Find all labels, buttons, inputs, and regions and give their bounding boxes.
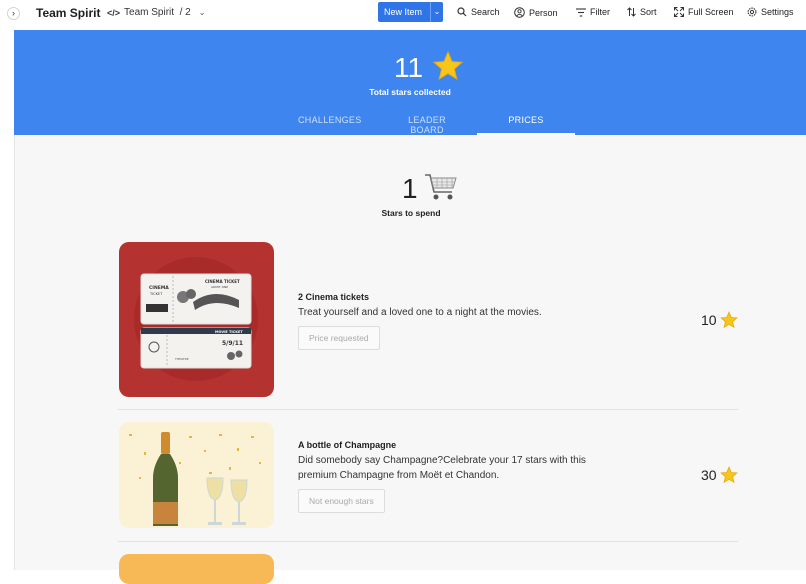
tab-bar: CHALLENGES LEADER BOARD PRICES bbox=[14, 110, 806, 135]
prize-price: 10 bbox=[701, 311, 738, 329]
sort-label: Sort bbox=[640, 7, 657, 17]
prize-description: Did somebody say Champagne?Celebrate you… bbox=[298, 455, 586, 481]
search-icon bbox=[457, 7, 467, 17]
prize-description: Treat yourself and a loved one to a nigh… bbox=[298, 307, 542, 318]
prize-item-partial[interactable] bbox=[118, 554, 738, 584]
expand-sidebar-icon[interactable]: › bbox=[7, 7, 20, 20]
item-divider bbox=[118, 541, 738, 542]
sort-button[interactable]: Sort bbox=[627, 7, 657, 17]
person-icon bbox=[514, 7, 525, 18]
prize-title: A bottle of Champagne bbox=[298, 440, 397, 450]
search-button[interactable]: Search bbox=[457, 7, 500, 17]
tab-leader-board[interactable]: LEADER BOARD bbox=[391, 115, 463, 135]
ticket-cinema-text: CINEMA bbox=[149, 285, 169, 291]
code-icon: </> bbox=[107, 7, 121, 18]
tab-prices[interactable]: PRICES bbox=[498, 115, 554, 125]
settings-label: Settings bbox=[761, 7, 794, 17]
filter-label: Filter bbox=[590, 7, 610, 17]
new-item-label: New Item bbox=[384, 7, 423, 17]
champagne-image bbox=[119, 422, 274, 528]
gear-icon bbox=[747, 7, 757, 17]
full-screen-label: Full Screen bbox=[688, 7, 734, 17]
ticket-date-text: 5/9/11 bbox=[222, 340, 243, 347]
ticket-cinema-ticket-text: CINEMA TICKET bbox=[205, 279, 240, 284]
not-enough-stars-button[interactable]: Not enough stars bbox=[298, 489, 385, 513]
settings-button[interactable]: Settings bbox=[747, 7, 794, 17]
new-item-button[interactable]: New Item ⌄ bbox=[378, 2, 443, 22]
star-icon bbox=[719, 466, 738, 484]
ticket-movie-ticket-text: MOVIE TICKET bbox=[215, 330, 243, 334]
search-label: Search bbox=[471, 7, 500, 17]
stars-to-spend-label: Stars to spend bbox=[381, 208, 441, 218]
sort-icon bbox=[627, 7, 636, 17]
full-screen-icon bbox=[674, 7, 684, 17]
app-title: Team Spirit bbox=[36, 6, 101, 20]
filter-button[interactable]: Filter bbox=[576, 7, 610, 17]
chevron-down-icon: ⌄ bbox=[198, 8, 206, 17]
ticket-ticket-text: TICKET bbox=[149, 292, 163, 296]
top-toolbar: › Team Spirit </> Team Spirit / 2 ⌄ New … bbox=[0, 0, 806, 28]
prize-item-cinema[interactable]: CINEMA TICKET CINEMA TICKET ADMIT ONE MO… bbox=[118, 242, 738, 399]
tab-challenges[interactable]: CHALLENGES bbox=[298, 115, 361, 125]
prize-price-value: 10 bbox=[701, 312, 717, 328]
cinema-tickets-image: CINEMA TICKET CINEMA TICKET ADMIT ONE MO… bbox=[119, 242, 274, 397]
prize-image bbox=[119, 554, 274, 584]
total-stars-label: Total stars collected bbox=[369, 87, 451, 97]
star-icon bbox=[719, 311, 738, 329]
total-stars-count: 11 bbox=[394, 52, 424, 83]
stars-to-spend-count: 1 bbox=[402, 173, 418, 204]
breadcrumb-text: Team Spirit / 2 bbox=[124, 7, 191, 18]
person-label: Person bbox=[529, 7, 558, 18]
stars-header: 11 Total stars collected CHALLENGES LEAD… bbox=[14, 30, 806, 135]
person-button[interactable]: Person bbox=[514, 7, 558, 18]
ticket-theatre-text: THEATRE bbox=[174, 357, 189, 361]
full-screen-button[interactable]: Full Screen bbox=[674, 7, 734, 17]
prize-price: 30 bbox=[701, 466, 738, 484]
price-requested-button[interactable]: Price requested bbox=[298, 326, 380, 350]
new-item-dropdown-icon[interactable]: ⌄ bbox=[430, 2, 443, 22]
prize-price-value: 30 bbox=[701, 467, 717, 483]
breadcrumb[interactable]: </> Team Spirit / 2 ⌄ bbox=[107, 7, 205, 18]
filter-icon bbox=[576, 7, 586, 17]
star-icon bbox=[432, 50, 464, 81]
prices-panel: 1 Stars to spend CINEMA TICKET CINEMA TI… bbox=[14, 135, 806, 584]
prize-item-champagne[interactable]: A bottle of Champagne Did somebody say C… bbox=[118, 422, 738, 530]
prize-title: 2 Cinema tickets bbox=[298, 292, 370, 302]
shopping-cart-icon bbox=[425, 174, 457, 200]
ticket-admit-one-text: ADMIT ONE bbox=[211, 285, 228, 289]
item-divider bbox=[118, 409, 738, 410]
